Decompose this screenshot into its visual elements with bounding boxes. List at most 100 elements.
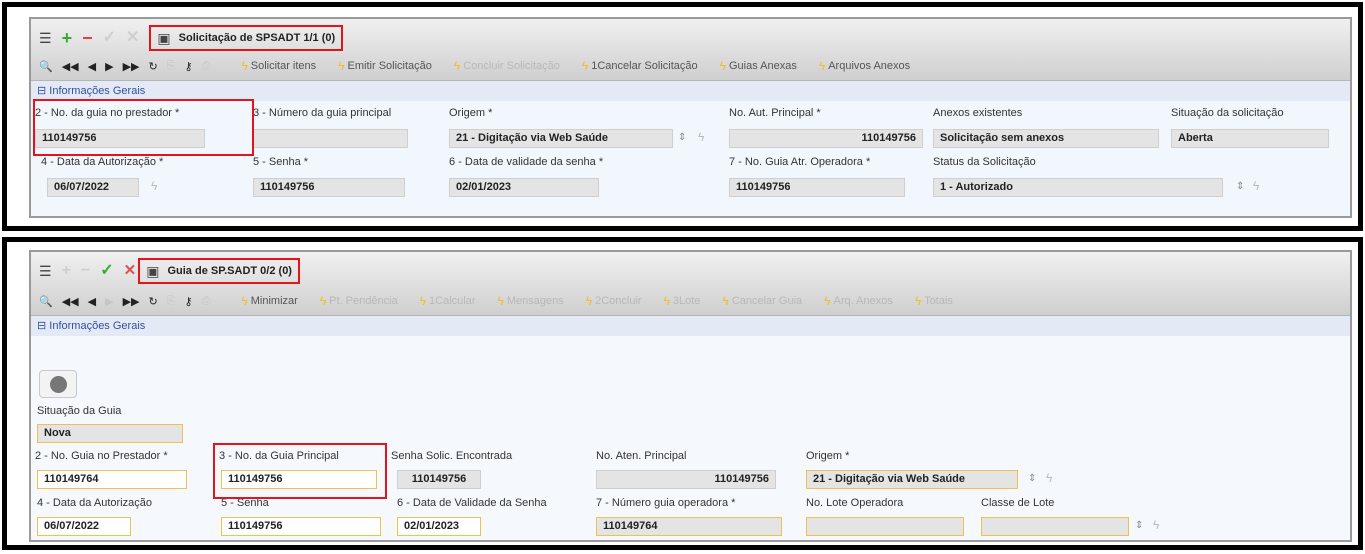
senha-field[interactable]: 110149756 xyxy=(221,517,381,536)
check-icon[interactable]: ✓ xyxy=(100,263,113,279)
lote-button[interactable]: ϟ 3Lote xyxy=(664,294,701,308)
lightning-icon: ϟ xyxy=(663,294,670,308)
arquivos-anexos-button[interactable]: ϟ Arquivos Anexos xyxy=(819,59,910,73)
spinner-icon[interactable]: ⇕ xyxy=(1135,520,1143,531)
guia-operadora-field[interactable]: 110149764 xyxy=(596,517,782,536)
minimizar-button[interactable]: ϟ Minimizar xyxy=(241,294,297,308)
lote-operadora-field[interactable] xyxy=(806,517,964,536)
origem-select[interactable]: 21 - Digitação via Web Saúde xyxy=(806,470,1018,489)
pendencia-button[interactable]: ϟ Pt. Pendência xyxy=(320,294,398,308)
lightning-icon[interactable]: ϟ xyxy=(698,130,704,144)
label-data-autorizacao: 4 - Data da Autorização xyxy=(37,497,152,509)
lightning-icon: ϟ xyxy=(585,294,593,308)
label-guia-prestador: 2 - No. Guia no Prestador * xyxy=(35,450,168,462)
section-informacoes-gerais[interactable]: ⊟ Informações Gerais xyxy=(31,81,1350,101)
data-autorizacao-field[interactable]: 06/07/2022 xyxy=(47,178,139,197)
status-circle-icon[interactable] xyxy=(39,370,77,398)
prev-icon[interactable]: ◀ xyxy=(88,295,96,308)
validade-senha-field[interactable]: 02/01/2023 xyxy=(449,178,599,197)
label-guia-operadora: 7 - Número guia operadora * xyxy=(596,497,736,509)
form-title-text: Guia de SP.SADT 0/2 (0) xyxy=(167,265,292,277)
last-icon[interactable]: ▶▶ xyxy=(123,295,140,308)
search-icon[interactable]: 🔍 xyxy=(39,295,53,308)
last-icon[interactable]: ▶▶ xyxy=(123,60,140,73)
label-origem: Origem * xyxy=(806,450,850,462)
anexos-field: Solicitação sem anexos xyxy=(933,129,1159,148)
senha-field[interactable]: 110149756 xyxy=(253,178,405,197)
label-situacao-guia: Situação da Guia xyxy=(37,405,122,417)
check-icon[interactable]: ✓ xyxy=(103,30,116,46)
aten-principal-field[interactable]: 110149756 xyxy=(596,470,776,489)
lightning-icon: ϟ xyxy=(453,59,461,73)
lightning-icon[interactable]: ϟ xyxy=(1253,179,1259,193)
lightning-icon: ϟ xyxy=(818,59,826,73)
concluir-button[interactable]: ϟ 2Concluir xyxy=(586,294,642,308)
plus-icon[interactable]: + xyxy=(62,29,73,47)
first-icon[interactable]: ◀◀ xyxy=(62,295,79,308)
spinner-icon[interactable]: ⇕ xyxy=(1236,181,1244,192)
spinner-icon[interactable]: ⇕ xyxy=(678,132,686,143)
label-aut-principal: No. Aut. Principal * xyxy=(729,107,821,119)
form-title: ▣ Solicitação de SPSADT 1/1 (0) xyxy=(149,25,344,51)
guia-prestador-field[interactable]: 110149764 xyxy=(37,470,187,489)
guia-operadora-field[interactable]: 110149756 xyxy=(729,178,905,197)
highlight-box xyxy=(33,99,254,156)
minus-icon[interactable]: − xyxy=(81,263,90,279)
spinner-icon[interactable]: ⇕ xyxy=(1028,473,1036,484)
next-icon[interactable]: ▶ xyxy=(105,295,113,308)
senha-solic-field: 110149756 xyxy=(397,470,481,489)
lightning-icon[interactable]: ϟ xyxy=(1153,518,1159,532)
validade-senha-field[interactable]: 02/01/2023 xyxy=(397,517,481,536)
label-senha: 5 - Senha * xyxy=(253,156,309,168)
totais-button[interactable]: ϟ Totais xyxy=(915,294,953,308)
plus-icon[interactable]: + xyxy=(62,263,71,279)
search-icon[interactable]: 🔍 xyxy=(39,60,53,73)
x-icon[interactable]: ✕ xyxy=(126,30,139,46)
copy-icon[interactable]: ⎘ xyxy=(167,295,176,308)
arq-anexos-button[interactable]: ϟ Arq. Anexos xyxy=(824,294,893,308)
prev-icon[interactable]: ◀ xyxy=(88,60,96,73)
cancelar-guia-button[interactable]: ϟ Cancelar Guia xyxy=(722,294,802,308)
key-icon[interactable]: ⚷ xyxy=(185,60,193,73)
mensagens-button[interactable]: ϟ Mensagens xyxy=(498,294,564,308)
classe-lote-select[interactable] xyxy=(981,517,1129,536)
solicitar-itens-button[interactable]: ϟ Solicitar itens xyxy=(241,59,316,73)
label-aten-principal: No. Aten. Principal xyxy=(596,450,687,462)
concluir-solicitacao-button[interactable]: ϟ Concluir Solicitação xyxy=(454,59,560,73)
lightning-icon[interactable]: ϟ xyxy=(151,179,157,193)
print-icon[interactable]: ⎙ xyxy=(202,295,211,308)
status-select[interactable]: 1 - Autorizado xyxy=(933,178,1223,197)
refresh-icon[interactable]: ↻ xyxy=(148,60,157,73)
label-guia-principal: 3 - Número da guia principal xyxy=(253,107,392,119)
guias-anexas-button[interactable]: ϟ Guias Anexas xyxy=(720,59,797,73)
cancelar-solicitacao-button[interactable]: ϟ 1Cancelar Solicitação xyxy=(582,59,698,73)
menu-icon[interactable]: ☰ xyxy=(39,264,52,278)
emitir-solicitacao-button[interactable]: ϟ Emitir Solicitação xyxy=(338,59,432,73)
lightning-icon: ϟ xyxy=(241,59,248,73)
minus-icon[interactable]: − xyxy=(82,29,93,47)
situacao-guia-field: Nova xyxy=(37,424,183,443)
section-informacoes-gerais[interactable]: ⊟ Informações Gerais xyxy=(31,316,1350,336)
guia-toolbar: ☰ + − ✓ ✕ ▣ Guia de SP.SADT 0/2 (0) 🔍 ◀◀… xyxy=(31,252,1350,316)
save-icon[interactable]: ▣ xyxy=(146,264,159,278)
origem-select[interactable]: 21 - Digitação via Web Saúde xyxy=(449,129,673,148)
solicitacao-panel: ☰ + − ✓ ✕ ▣ Solicitação de SPSADT 1/1 (0… xyxy=(2,2,1363,231)
lightning-icon[interactable]: ϟ xyxy=(1046,471,1052,485)
x-icon[interactable]: ✕ xyxy=(124,263,137,278)
copy-icon[interactable]: ⎘ xyxy=(167,60,176,73)
key-icon[interactable]: ⚷ xyxy=(185,295,193,308)
solicitacao-toolbar: ☰ + − ✓ ✕ ▣ Solicitação de SPSADT 1/1 (0… xyxy=(31,19,1350,81)
aut-principal-field[interactable]: 110149756 xyxy=(729,129,923,148)
lightning-icon: ϟ xyxy=(419,294,427,308)
refresh-icon[interactable]: ↻ xyxy=(148,295,157,308)
solicitacao-form: ☰ + − ✓ ✕ ▣ Solicitação de SPSADT 1/1 (0… xyxy=(29,17,1352,218)
next-icon[interactable]: ▶ xyxy=(105,60,113,73)
print-icon[interactable]: ⎙ xyxy=(202,60,211,73)
first-icon[interactable]: ◀◀ xyxy=(62,60,79,73)
calcular-button[interactable]: ϟ 1Calcular xyxy=(420,294,476,308)
label-status: Status da Solicitação xyxy=(933,156,1036,168)
save-icon[interactable]: ▣ xyxy=(157,31,170,45)
data-autorizacao-field[interactable]: 06/07/2022 xyxy=(37,517,131,536)
guia-principal-field[interactable] xyxy=(253,129,408,148)
menu-icon[interactable]: ☰ xyxy=(39,31,52,45)
